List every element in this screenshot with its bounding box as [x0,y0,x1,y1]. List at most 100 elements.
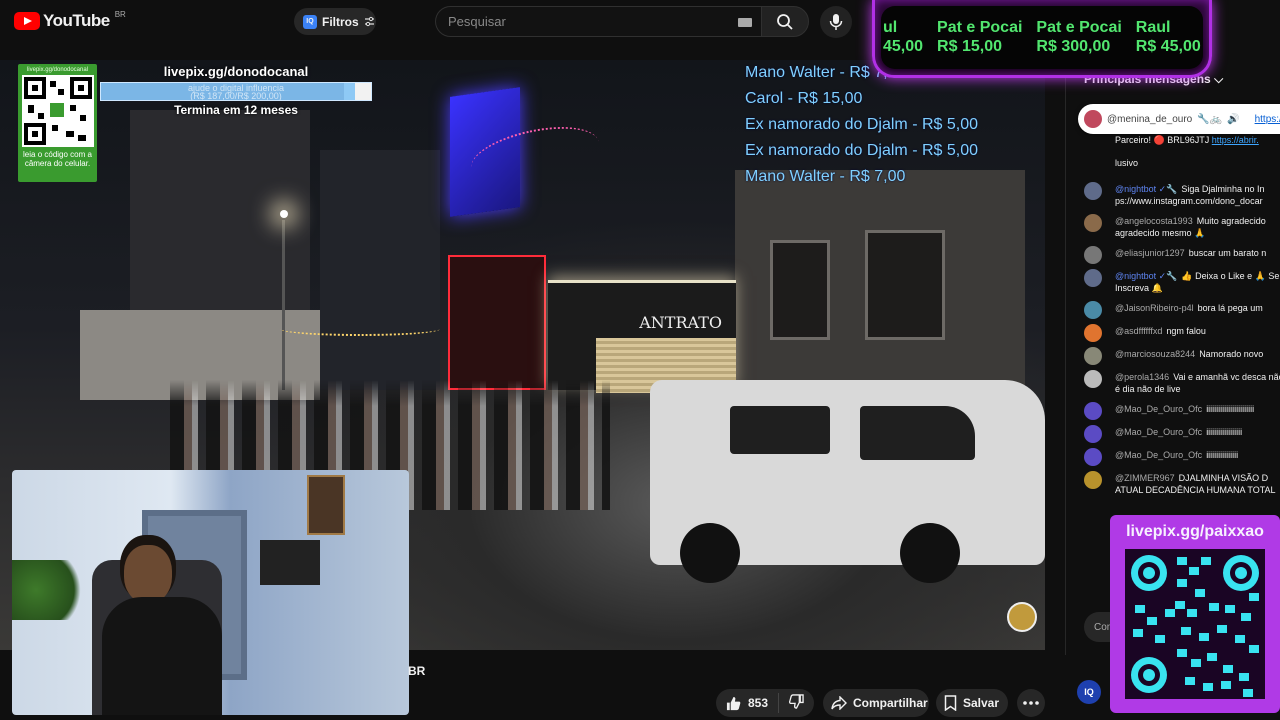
chat-text: lusivo [1115,158,1139,168]
filters-button[interactable]: IQ Filtros [294,8,376,35]
qr-module [1201,557,1211,565]
chat-author[interactable]: @Mao_De_Ouro_Ofc [1115,404,1202,414]
chat-text: Namorado novo [1199,349,1264,359]
more-actions-button[interactable] [1017,689,1045,717]
keyboard-icon[interactable] [738,18,752,27]
pinned-link[interactable]: https:/ [1255,114,1280,125]
chat-message: @Mao_De_Ouro_Ofc iiiiiiiiiiiiiiiiii [1084,423,1280,443]
avatar[interactable] [1084,402,1102,420]
donation-list: Mano Walter - R$ 7,00 Carol - R$ 15,00 E… [745,60,1035,190]
goal-amount: (R$ 187,00/R$ 200,00) [190,91,282,101]
share-button[interactable]: Compartilhar [823,689,929,717]
search-input[interactable] [448,14,718,29]
pinned-message[interactable]: @menina_de_ouro 🔧🚲 🔊 https:/ [1078,104,1280,134]
wall-art [307,475,345,535]
qr-top-label: livepix.gg/donodocanal [26,67,89,73]
chat-message-list: Parceiro! 🔴 BRL96JTJ https://abrir. lusiv… [1084,134,1280,501]
chat-author[interactable]: @nightbot ✓🔧 [1115,184,1177,194]
chat-author[interactable]: @angelocosta1993 [1115,216,1193,226]
avatar[interactable] [1084,471,1102,489]
chat-author[interactable]: @asdffffffxd [1115,326,1162,336]
building-window [770,240,830,340]
thumbs-up-icon [726,696,741,710]
qr-module [1195,589,1205,597]
qr-module [1249,645,1259,653]
lamp-post [282,220,285,390]
like-count: 853 [748,696,769,710]
chat-author[interactable]: @JaisonRibeiro-p4l [1115,303,1194,313]
plant [12,560,92,620]
chat-link[interactable]: https://abrir. [1212,135,1259,145]
qr-module [1203,683,1213,691]
qr-module [1175,601,1185,609]
chat-author[interactable]: @Mao_De_Ouro_Ofc [1115,427,1202,437]
qr-code [1125,549,1265,699]
iq-extension-icon[interactable]: IQ [1077,680,1101,704]
storefront-sign: ANTRATO [639,313,722,332]
avatar[interactable] [1084,370,1102,388]
van-window [730,406,830,454]
youtube-logo[interactable]: YouTube BR [14,9,126,31]
chat-author[interactable]: @eliasjunior1297 [1115,248,1185,258]
like-button[interactable]: 853 [716,693,780,713]
chat-author[interactable]: @Mao_De_Ouro_Ofc [1115,450,1202,460]
voice-search-button[interactable] [820,6,852,38]
tip-amount: R$ 300,00 [1036,38,1111,55]
qr-module [1155,635,1165,643]
qr-module [1217,625,1227,633]
chat-author[interactable]: @nightbot ✓🔧 [1115,271,1177,281]
filters-label: Filtros [322,14,359,29]
chat-author[interactable]: @perola1346 [1115,372,1169,382]
qr-module [1223,665,1233,673]
avatar[interactable] [1084,269,1102,287]
avatar[interactable] [1084,301,1102,319]
streamer-head [124,545,172,603]
logo-region: BR [114,9,126,19]
qr-module [1133,629,1143,637]
qr-module [1165,609,1175,617]
channel-suffix: BR [408,664,426,678]
chat-message: @Mao_De_Ouro_Ofc iiiiiiiiiiiiiiiiiiiiiiii [1084,400,1280,420]
save-button[interactable]: Salvar [936,689,1008,717]
goal-ends-text: Termina em 12 meses [174,103,298,117]
donation-goal-widget: livepix.gg/donodocanal ajude o digital i… [100,64,372,117]
chat-message: @angelocosta1993 Muito agradecido agradec… [1084,212,1280,239]
tip-entry: Pat e Pocai R$ 15,00 [937,18,1022,56]
microphone-icon [829,14,843,30]
chat-author[interactable]: @marciosouza8244 [1115,349,1195,359]
avatar[interactable] [1084,182,1102,200]
avatar[interactable] [1084,246,1102,264]
avatar[interactable] [1084,347,1102,365]
tip-entry: ul 45,00 [883,18,923,56]
donation-entry: Ex namorado do Djalm - R$ 5,00 [745,116,978,133]
tip-name: ul [883,19,898,36]
chat-message: @eliasjunior1297 buscar um barato n [1084,244,1280,264]
avatar[interactable] [1084,448,1102,466]
qr-module [1181,627,1191,635]
goal-progress-bar: ajude o digital influencia (R$ 187,00/R$… [100,82,372,101]
avatar[interactable] [1084,324,1102,342]
street-lamp [280,210,288,218]
qr-module [1239,673,1249,681]
wrench-icon: 🔧🚲 [1197,113,1223,125]
streamer [102,545,222,715]
like-dislike-group: 853 [716,689,814,717]
avatar[interactable] [1084,214,1102,232]
avatar[interactable] [1084,425,1102,443]
more-horizontal-icon [1023,701,1039,705]
dislike-button[interactable] [779,694,814,712]
search-button[interactable] [761,6,809,37]
search-icon [777,13,793,30]
qr-module [1147,617,1157,625]
van [650,380,1045,583]
channel-watermark[interactable] [1007,602,1037,632]
livepix-url: livepix.gg/paixxao [1126,523,1264,540]
building-window [865,230,945,340]
tip-name: Pat e Pocai [937,19,1023,36]
chat-text: Parceiro! 🔴 BRL96JTJ [1115,135,1210,145]
share-icon [831,696,847,710]
livepix-qr-overlay: livepix.gg/paixxao [1110,515,1280,713]
qr-module [1225,605,1235,613]
tv [260,540,320,585]
chat-author[interactable]: @ZIMMER967 [1115,473,1175,483]
